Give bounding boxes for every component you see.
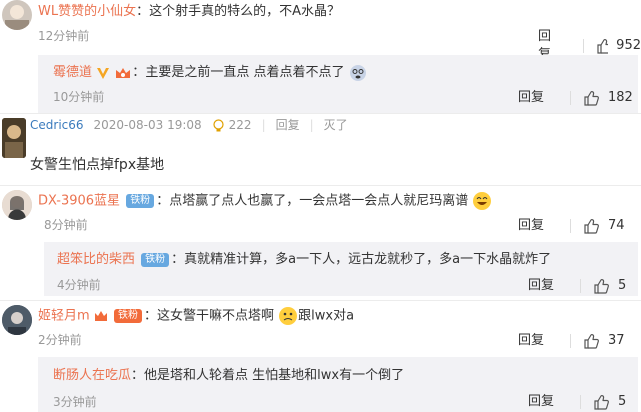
- avatar[interactable]: [2, 190, 32, 220]
- username[interactable]: Cedric66: [30, 116, 84, 134]
- timestamp: 2分钟前: [38, 333, 82, 347]
- comment-line: WL赞赞的小仙女：这个射手真的特么的，不A水晶？: [38, 2, 340, 22]
- username[interactable]: WL赞赞的小仙女: [38, 4, 136, 19]
- worried-emoji-icon: [279, 307, 298, 325]
- thumbs-up-icon[interactable]: [583, 90, 600, 107]
- action-link[interactable]: 灭了: [324, 116, 348, 134]
- reply-line: 霉德道 ：主要是之前一直点 点着点着不点了: [53, 63, 367, 83]
- username[interactable]: 姬轻月m: [38, 309, 90, 324]
- comment-text: 这个射手真的特么的，不A水晶？: [149, 4, 341, 19]
- comment-text: 女警生怕点掉fpx基地: [30, 157, 165, 173]
- comment-text: 点塔赢了点人也赢了，一会点塔一会点人就尼玛离谱: [169, 193, 469, 209]
- reply-button[interactable]: 回复: [528, 277, 554, 295]
- timestamp: 4分钟前: [57, 278, 101, 292]
- comment-line: DX-3906蓝星 铁粉 ：点塔赢了点人也赢了，一会点塔一会点人就尼玛离谱: [38, 191, 492, 212]
- reply-line: 断肠人在吃瓜：他是塔和人轮着点 生怕基地和lwx有一个倒了: [53, 366, 404, 386]
- verified-v-icon: [97, 67, 110, 79]
- colon: ：: [132, 65, 146, 80]
- username[interactable]: 断肠人在吃瓜: [53, 368, 131, 383]
- lightbulb-icon[interactable]: [212, 118, 225, 132]
- divider: [570, 91, 572, 105]
- divider: [570, 334, 572, 348]
- divider: [583, 39, 584, 53]
- comment-text-2: 跟lwx对a: [298, 308, 355, 324]
- divider: [0, 185, 641, 186]
- like-count: 37: [608, 333, 625, 348]
- comment-actions: 回复 74: [518, 217, 625, 235]
- colon: ：: [131, 368, 145, 383]
- avatar[interactable]: [2, 118, 26, 158]
- reply-button[interactable]: 回复: [518, 89, 544, 107]
- timestamp: 3分钟前: [53, 395, 97, 409]
- like-count: 222: [228, 118, 252, 132]
- reply-line: 超笨比的柴西 铁粉 ：真就精准计算，多a一下人，远古龙就秒了，多a一下水晶就炸了: [57, 250, 551, 270]
- divider: [0, 113, 641, 114]
- grin-emoji-icon: [473, 192, 492, 210]
- comment-actions: 回复 37: [518, 332, 625, 350]
- avatar[interactable]: [2, 305, 32, 335]
- comment-text: 这女警干嘛不点塔啊: [156, 308, 274, 324]
- fan-badge: 铁粉: [141, 252, 170, 267]
- divider: [0, 300, 641, 301]
- thumbs-up-icon[interactable]: [583, 218, 600, 235]
- colon: ：: [136, 4, 150, 19]
- like-count: 5: [618, 278, 627, 293]
- reply-text: 他是塔和人轮着点 生怕基地和lwx有一个倒了: [144, 368, 405, 383]
- comment-line: 姬轻月m 铁粉 ：这女警干嘛不点塔啊 跟lwx对a: [38, 306, 354, 327]
- divider: |: [261, 118, 266, 132]
- divider: [570, 219, 572, 233]
- dizzy-emoji-icon: [349, 64, 366, 81]
- thumbs-up-icon[interactable]: [593, 278, 610, 295]
- comment-meta: Cedric66 2020-08-03 19:08 222 | 回复 | 灭了: [30, 116, 348, 134]
- like-count: 952: [616, 38, 641, 53]
- reply-button[interactable]: 回复: [528, 393, 554, 411]
- username[interactable]: DX-3906蓝星: [38, 194, 120, 209]
- reply-actions: 回复 5: [528, 277, 626, 295]
- colon: ：: [156, 193, 170, 209]
- colon: ：: [171, 252, 185, 267]
- member-crown-icon: [94, 311, 107, 321]
- timestamp: 8分钟前: [44, 218, 88, 232]
- like-count: 74: [608, 218, 625, 233]
- thumbs-up-icon[interactable]: [583, 333, 600, 350]
- reply-text: 主要是之前一直点 点着点着不点了: [145, 65, 345, 80]
- member-crown-icon: [116, 67, 131, 78]
- fan-badge: 铁粉: [113, 309, 142, 323]
- thumbs-up-icon[interactable]: [593, 394, 610, 411]
- reply-button[interactable]: 回复: [276, 116, 300, 134]
- colon: ：: [143, 308, 157, 324]
- like-count: 5: [618, 394, 627, 409]
- like-count: 182: [608, 90, 633, 105]
- divider: [580, 279, 582, 293]
- comment-date: 2020-08-03 19:08: [93, 118, 202, 132]
- reply-button[interactable]: 回复: [518, 217, 544, 235]
- divider: [580, 395, 582, 409]
- thumbs-up-icon[interactable]: [596, 38, 609, 55]
- reply-text: 真就精准计算，多a一下人，远古龙就秒了，多a一下水晶就炸了: [184, 252, 552, 267]
- fan-badge: 铁粉: [126, 194, 155, 208]
- reply-actions: 回复 182: [518, 89, 633, 107]
- avatar[interactable]: [2, 0, 32, 30]
- username[interactable]: 霉德道: [53, 65, 92, 80]
- timestamp: 10分钟前: [53, 90, 105, 104]
- timestamp: 12分钟前: [38, 29, 90, 43]
- divider: |: [309, 118, 314, 132]
- reply-button[interactable]: 回复: [518, 332, 544, 350]
- reply-actions: 回复 5: [528, 393, 626, 411]
- username[interactable]: 超笨比的柴西: [57, 252, 135, 267]
